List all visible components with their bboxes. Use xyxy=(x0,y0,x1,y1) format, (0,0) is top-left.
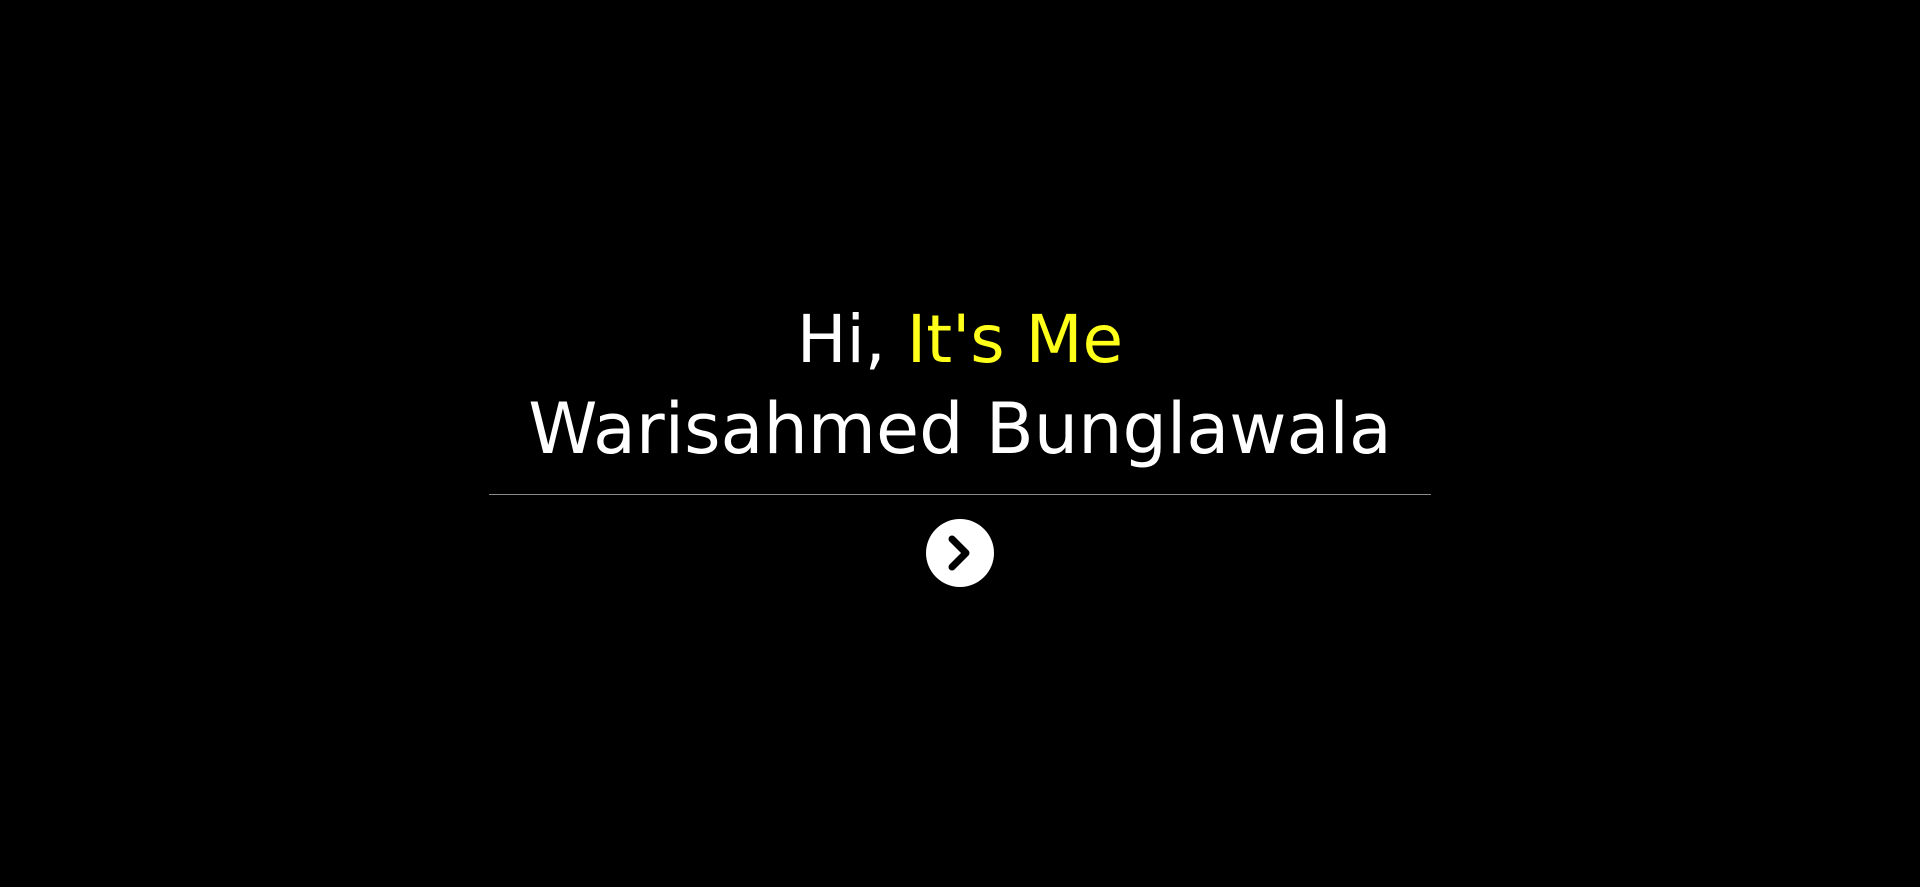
chevron-right-icon xyxy=(948,535,970,571)
landing-page: Hi, It's Me Warisahmed Bunglawala xyxy=(0,0,1920,887)
next-button[interactable] xyxy=(926,519,994,587)
divider xyxy=(489,494,1431,495)
name-heading: Warisahmed Bunglawala xyxy=(528,388,1392,470)
greeting-accent: It's Me xyxy=(906,301,1124,378)
greeting-prefix: Hi, xyxy=(796,301,907,378)
greeting-heading: Hi, It's Me xyxy=(0,300,1920,380)
